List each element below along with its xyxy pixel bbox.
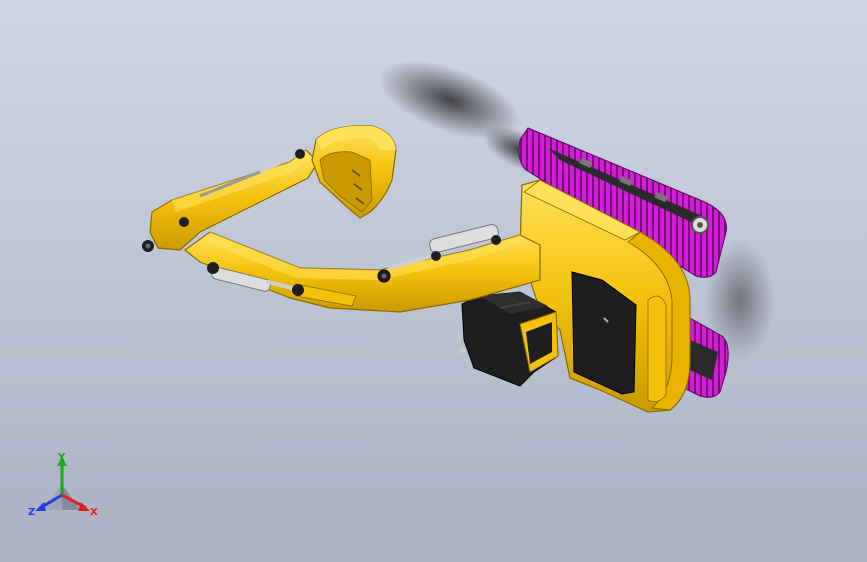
bucket[interactable] [311,125,397,219]
view-triad[interactable]: Y X Z [28,452,98,518]
y-axis-label: Y [57,452,66,463]
cab[interactable] [459,291,559,387]
stick-arm[interactable] [142,149,319,252]
excavator-model[interactable] [142,125,729,413]
3d-viewport[interactable]: Y X Z [0,0,867,562]
z-axis-label: Z [28,507,35,518]
x-axis-label: X [90,507,98,518]
